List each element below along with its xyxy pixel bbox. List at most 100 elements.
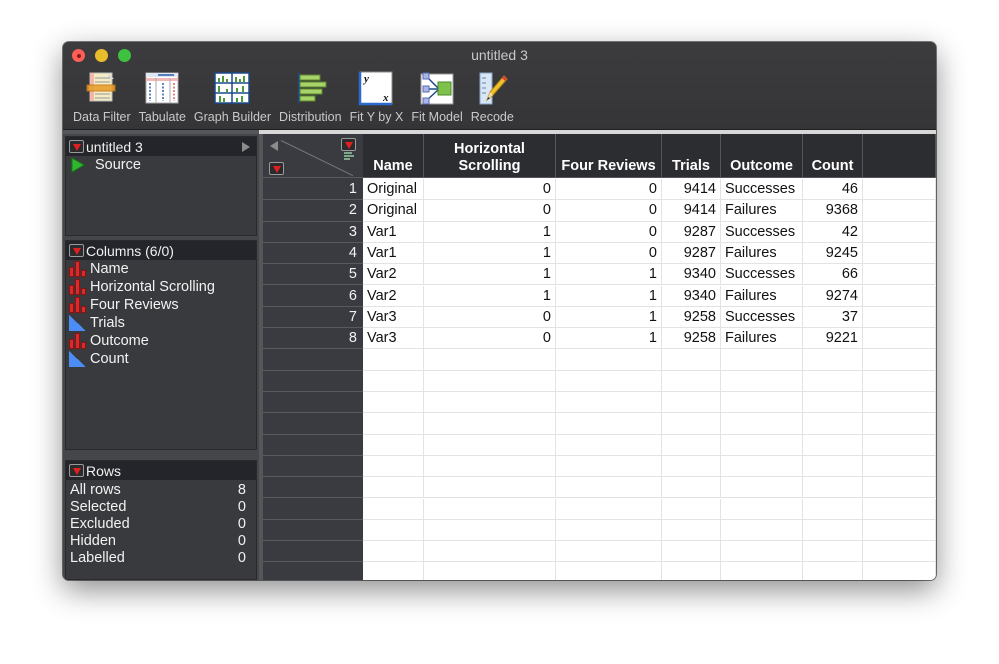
empty-cell[interactable] <box>863 498 936 520</box>
table-cell[interactable]: 1 <box>424 242 556 265</box>
empty-cell[interactable] <box>662 413 721 435</box>
row-number[interactable]: 7 <box>263 307 363 329</box>
row-number[interactable]: 5 <box>263 264 363 286</box>
distribution-button[interactable]: Distribution <box>275 70 346 124</box>
table-cell[interactable]: 0 <box>556 242 662 265</box>
table-script-source[interactable]: Source <box>66 156 256 174</box>
empty-cell[interactable] <box>556 413 662 435</box>
empty-cell[interactable] <box>721 392 803 414</box>
row-number[interactable] <box>263 562 363 580</box>
empty-cell[interactable] <box>556 370 662 392</box>
empty-column-header[interactable] <box>863 134 936 178</box>
empty-cell[interactable] <box>363 434 424 456</box>
empty-cell[interactable] <box>363 562 424 580</box>
empty-cell[interactable] <box>863 541 936 563</box>
run-script-arrow-icon[interactable] <box>242 142 250 152</box>
empty-cell[interactable] <box>662 434 721 456</box>
empty-cell[interactable] <box>863 242 936 265</box>
row-number[interactable] <box>263 499 363 520</box>
empty-cell[interactable] <box>803 519 863 542</box>
empty-cell[interactable] <box>363 477 424 499</box>
empty-cell[interactable] <box>424 519 556 542</box>
table-cell[interactable]: 9245 <box>803 242 863 265</box>
table-cell[interactable]: 1 <box>556 285 662 307</box>
table-cell[interactable]: Var3 <box>363 328 424 350</box>
empty-cell[interactable] <box>863 264 936 286</box>
empty-cell[interactable] <box>863 519 936 542</box>
empty-cell[interactable] <box>556 498 662 520</box>
empty-cell[interactable] <box>803 477 863 499</box>
empty-cell[interactable] <box>863 562 936 580</box>
table-cell[interactable]: Var1 <box>363 221 424 243</box>
empty-cell[interactable] <box>863 179 936 201</box>
column-header[interactable]: Trials <box>662 134 721 178</box>
empty-cell[interactable] <box>662 455 721 478</box>
table-cell[interactable]: 1 <box>556 306 662 329</box>
columns-red-triangle-icon[interactable] <box>341 138 356 151</box>
rows-red-triangle-icon[interactable] <box>269 162 284 175</box>
column-switcher-icon[interactable] <box>344 152 354 162</box>
empty-cell[interactable] <box>721 541 803 563</box>
empty-cell[interactable] <box>863 413 936 435</box>
empty-cell[interactable] <box>803 392 863 414</box>
empty-cell[interactable] <box>803 349 863 371</box>
table-cell[interactable]: 9221 <box>803 328 863 350</box>
table-cell[interactable]: Successes <box>721 221 803 243</box>
empty-cell[interactable] <box>424 434 556 456</box>
empty-cell[interactable] <box>803 413 863 435</box>
empty-cell[interactable] <box>863 328 936 350</box>
column-header[interactable]: Name <box>363 134 424 178</box>
empty-cell[interactable] <box>662 370 721 392</box>
empty-cell[interactable] <box>662 349 721 371</box>
table-cell[interactable]: 9258 <box>662 328 721 350</box>
empty-cell[interactable] <box>721 413 803 435</box>
empty-cell[interactable] <box>363 541 424 563</box>
empty-cell[interactable] <box>863 285 936 307</box>
column-list-item[interactable]: Count <box>66 350 256 368</box>
empty-cell[interactable] <box>803 498 863 520</box>
row-number[interactable]: 4 <box>263 243 363 265</box>
empty-cell[interactable] <box>556 562 662 580</box>
empty-cell[interactable] <box>863 392 936 414</box>
empty-cell[interactable] <box>424 498 556 520</box>
table-cell[interactable]: Var2 <box>363 264 424 286</box>
table-cell[interactable]: 1 <box>424 221 556 243</box>
table-cell[interactable]: 46 <box>803 179 863 201</box>
row-number[interactable]: 1 <box>263 179 363 201</box>
table-cell[interactable]: 37 <box>803 306 863 329</box>
row-number[interactable] <box>263 435 363 456</box>
table-cell[interactable]: 1 <box>424 264 556 286</box>
empty-cell[interactable] <box>721 477 803 499</box>
empty-cell[interactable] <box>424 349 556 371</box>
row-number[interactable] <box>263 413 363 435</box>
table-cell[interactable]: Original <box>363 200 424 222</box>
table-cell[interactable]: 9414 <box>662 179 721 201</box>
empty-cell[interactable] <box>863 221 936 243</box>
empty-cell[interactable] <box>803 541 863 563</box>
empty-cell[interactable] <box>721 434 803 456</box>
table-cell[interactable]: 0 <box>424 179 556 201</box>
empty-cell[interactable] <box>863 306 936 329</box>
empty-cell[interactable] <box>721 455 803 478</box>
columns-red-triangle-menu-icon[interactable] <box>69 244 84 257</box>
table-cell[interactable]: Successes <box>721 179 803 201</box>
empty-cell[interactable] <box>803 562 863 580</box>
empty-cell[interactable] <box>556 519 662 542</box>
empty-cell[interactable] <box>363 455 424 478</box>
empty-cell[interactable] <box>424 541 556 563</box>
graph-builder-button[interactable]: Graph Builder <box>190 70 275 124</box>
rows-red-triangle-menu-icon[interactable] <box>69 464 84 477</box>
table-cell[interactable]: Var2 <box>363 285 424 307</box>
column-list-item[interactable]: Trials <box>66 314 256 332</box>
column-header[interactable]: Outcome <box>721 134 803 178</box>
table-cell[interactable]: 9368 <box>803 200 863 222</box>
table-cell[interactable]: Failures <box>721 328 803 350</box>
empty-cell[interactable] <box>363 349 424 371</box>
empty-cell[interactable] <box>424 413 556 435</box>
fit-y-by-x-button[interactable]: y x Fit Y by X <box>346 70 408 124</box>
empty-cell[interactable] <box>424 455 556 478</box>
table-cell[interactable]: 9274 <box>803 285 863 307</box>
empty-cell[interactable] <box>662 477 721 499</box>
empty-cell[interactable] <box>662 541 721 563</box>
table-cell[interactable]: 9258 <box>662 306 721 329</box>
